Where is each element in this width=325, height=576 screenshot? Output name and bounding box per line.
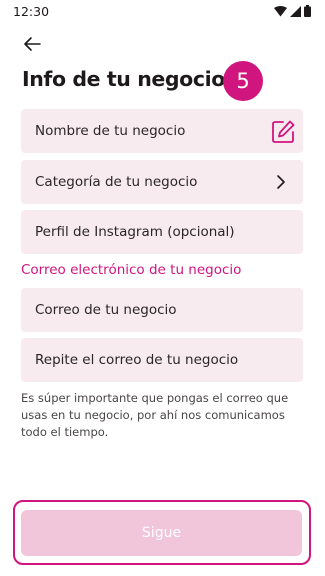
page-title: Info de tu negocio (22, 67, 225, 91)
back-button[interactable] (20, 32, 44, 56)
status-icons (274, 5, 311, 17)
email-field[interactable]: Correo de tu negocio (21, 288, 303, 332)
business-name-placeholder: Nombre de tu negocio (35, 123, 186, 139)
email-placeholder: Correo de tu negocio (35, 302, 177, 318)
step-badge: 5 (223, 61, 263, 101)
battery-icon (304, 5, 311, 17)
arrow-left-icon (24, 37, 41, 51)
email-confirm-field[interactable]: Repite el correo de tu negocio (21, 338, 303, 382)
chevron-right-icon (277, 175, 285, 189)
instagram-field[interactable]: Perfil de Instagram (opcional) (21, 210, 303, 254)
edit-icon[interactable] (270, 119, 296, 145)
category-select[interactable]: Categoría de tu negocio (21, 160, 303, 204)
status-bar: 12:30 (0, 0, 325, 22)
instagram-placeholder: Perfil de Instagram (opcional) (35, 224, 235, 240)
category-placeholder: Categoría de tu negocio (35, 174, 198, 190)
wifi-icon (274, 5, 287, 16)
helper-text: Es súper importante que pongas el correo… (21, 391, 289, 439)
email-section-label: Correo electrónico de tu negocio (21, 262, 242, 278)
email-confirm-placeholder: Repite el correo de tu negocio (35, 352, 239, 368)
submit-button[interactable]: Sigue (21, 510, 302, 556)
status-time: 12:30 (13, 4, 50, 19)
business-name-field[interactable]: Nombre de tu negocio (21, 109, 303, 153)
signal-icon (290, 5, 301, 17)
